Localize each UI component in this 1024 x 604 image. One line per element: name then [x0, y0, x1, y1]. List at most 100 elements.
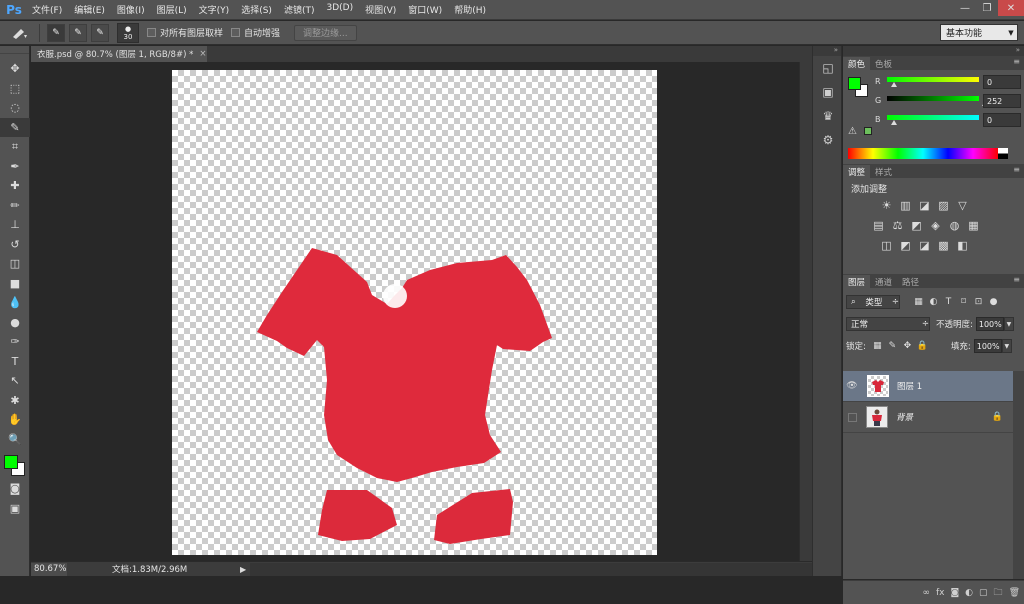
adjustment-icon[interactable]: ▩ [936, 238, 951, 253]
panel-menu-icon[interactable]: ≡ [1013, 165, 1020, 174]
menu-item[interactable]: 选择(S) [235, 3, 278, 16]
tab-styles[interactable]: 样式 [870, 165, 897, 178]
eyedropper-tool[interactable]: ✒ [0, 157, 30, 177]
menu-item[interactable]: 视图(V) [359, 3, 402, 16]
toolbox-grip[interactable] [0, 46, 29, 54]
adjustment-icon[interactable]: ▤ [871, 218, 886, 233]
green-value-field[interactable]: 252 [983, 94, 1021, 108]
pen-tool[interactable]: ✑ [0, 332, 30, 352]
status-menu-arrow-icon[interactable]: ▶ [240, 565, 246, 574]
close-window-button[interactable]: ✕ [998, 0, 1024, 16]
tab-swatches[interactable]: 色板 [870, 57, 897, 70]
menu-item[interactable]: 文字(Y) [193, 3, 236, 16]
clone-stamp-tool[interactable]: ⊥ [0, 215, 30, 235]
layers-scrollbar[interactable] [1013, 371, 1024, 579]
color-spectrum-bar[interactable] [848, 148, 998, 159]
layer-name[interactable]: 背景 [896, 411, 913, 423]
filter-icon[interactable]: T [942, 296, 955, 309]
filter-icon[interactable]: ⌑ [957, 296, 970, 309]
move-tool[interactable]: ✥ [0, 59, 30, 79]
blue-slider-track[interactable] [887, 115, 979, 120]
filter-icon[interactable]: ⊡ [972, 296, 985, 309]
layer-row-layer-1[interactable]: 👁 图层 1 [843, 371, 1013, 402]
lock-option-icon[interactable]: ✥ [901, 340, 914, 353]
vertical-scrollbar[interactable] [799, 62, 812, 561]
panels-collapse-button[interactable]: » [843, 46, 1024, 56]
dodge-tool[interactable]: ● [0, 313, 30, 333]
lock-option-icon[interactable]: 🔒 [916, 340, 929, 353]
refine-edge-button[interactable]: 调整边缘... [294, 24, 357, 41]
panel-menu-icon[interactable]: ≡ [1013, 57, 1020, 66]
adjustment-icon[interactable]: ◈ [928, 218, 943, 233]
layers-footer-icon[interactable]: 🗑 [1009, 588, 1020, 598]
layers-footer-icon[interactable]: ◐ [965, 588, 973, 598]
adjustment-icon[interactable]: ◩ [909, 218, 924, 233]
green-slider-track[interactable] [887, 96, 979, 101]
adjustment-icon[interactable]: ▥ [898, 198, 913, 213]
adjustment-icon[interactable]: ◩ [898, 238, 913, 253]
spot-healing-tool[interactable]: ✚ [0, 176, 30, 196]
visibility-eye-icon[interactable]: 👁 [843, 381, 861, 391]
brush-picker[interactable]: ● 30 [117, 22, 139, 43]
adjustment-icon[interactable]: ☀ [879, 198, 894, 213]
add-to-selection-mode-button[interactable]: ✎ [69, 23, 87, 42]
close-tab-icon[interactable]: × [199, 49, 206, 59]
tool-preset-picker[interactable]: ▾ [6, 23, 34, 43]
visibility-toggle[interactable] [848, 412, 857, 422]
hand-tool[interactable]: ✋ [0, 410, 30, 430]
eraser-tool[interactable]: ◫ [0, 254, 30, 274]
subtract-from-selection-mode-button[interactable]: ✎ [91, 23, 109, 42]
workspace-select[interactable]: 基本功能 ▼ [940, 24, 1018, 41]
foreground-color-swatch[interactable] [4, 455, 18, 469]
minimize-button[interactable]: — [954, 0, 976, 16]
filter-icon[interactable]: ◐ [927, 296, 940, 309]
lock-option-icon[interactable]: ▦ [871, 340, 884, 353]
menu-item[interactable]: 编辑(E) [68, 3, 111, 16]
filter-icon[interactable]: ● [987, 296, 1000, 309]
marquee-tool[interactable]: ⬚ [0, 79, 30, 99]
layers-footer-icon[interactable]: fx [936, 588, 945, 598]
zoom-level-field[interactable]: 80.67% [31, 562, 67, 576]
tab-paths[interactable]: 路径 [897, 275, 924, 288]
red-slider-thumb[interactable] [891, 82, 897, 87]
layer-row-background[interactable]: 背景 🔒 [843, 402, 1013, 433]
brush-tool[interactable]: ✏ [0, 196, 30, 216]
history-panel-icon[interactable]: ◱ [813, 56, 843, 80]
adjustment-icon[interactable]: ◪ [917, 238, 932, 253]
layer-name[interactable]: 图层 1 [897, 380, 922, 392]
layers-footer-icon[interactable]: ◙ [950, 588, 959, 598]
panel-menu-icon[interactable]: ≡ [1013, 275, 1020, 284]
document-tab[interactable]: 衣服.psd @ 80.7% (图层 1, RGB/8#) * × [31, 46, 207, 62]
opacity-slider-toggle[interactable]: ▼ [1003, 317, 1014, 331]
shape-tool[interactable]: ✱ [0, 391, 30, 411]
menu-item[interactable]: 帮助(H) [448, 3, 492, 16]
adjustment-icon[interactable]: ◫ [879, 238, 894, 253]
screen-mode-button[interactable]: ▣ [0, 499, 30, 519]
type-tool[interactable]: T [0, 352, 30, 372]
menu-item[interactable]: 滤镜(T) [278, 3, 321, 16]
layer-filter-select[interactable]: ⌕ 类型 ÷ [846, 295, 900, 309]
red-value-field[interactable]: 0 [983, 75, 1021, 89]
filter-icon[interactable]: ▦ [912, 296, 925, 309]
menu-item[interactable]: 文件(F) [26, 3, 68, 16]
menu-item[interactable]: 3D(D) [320, 3, 359, 16]
adjustment-icon[interactable]: ◪ [917, 198, 932, 213]
crop-tool[interactable]: ⌗ [0, 137, 30, 157]
adjustment-icon[interactable]: ▨ [936, 198, 951, 213]
lock-option-icon[interactable]: ✎ [886, 340, 899, 353]
tool-presets-panel-icon[interactable]: ⚙ [813, 128, 843, 152]
opacity-field[interactable]: 100% [975, 317, 1004, 331]
character-panel-icon[interactable]: ♛ [813, 104, 843, 128]
tab-color[interactable]: 颜色 [843, 57, 871, 70]
color-panel-foreground-swatch[interactable] [848, 77, 861, 90]
restore-button[interactable]: ❐ [976, 0, 998, 16]
lasso-tool[interactable]: ◌ [0, 98, 30, 118]
tab-channels[interactable]: 通道 [870, 275, 897, 288]
document-canvas[interactable] [172, 70, 657, 555]
auto-enhance-checkbox[interactable] [231, 28, 241, 37]
out-of-gamut-warning-icon[interactable]: ⚠ [848, 126, 857, 137]
red-slider-track[interactable] [887, 77, 979, 82]
black-white-ramp[interactable] [998, 148, 1008, 159]
layers-footer-icon[interactable]: ▢ [979, 588, 988, 598]
layers-footer-icon[interactable]: ∞ [922, 588, 930, 598]
